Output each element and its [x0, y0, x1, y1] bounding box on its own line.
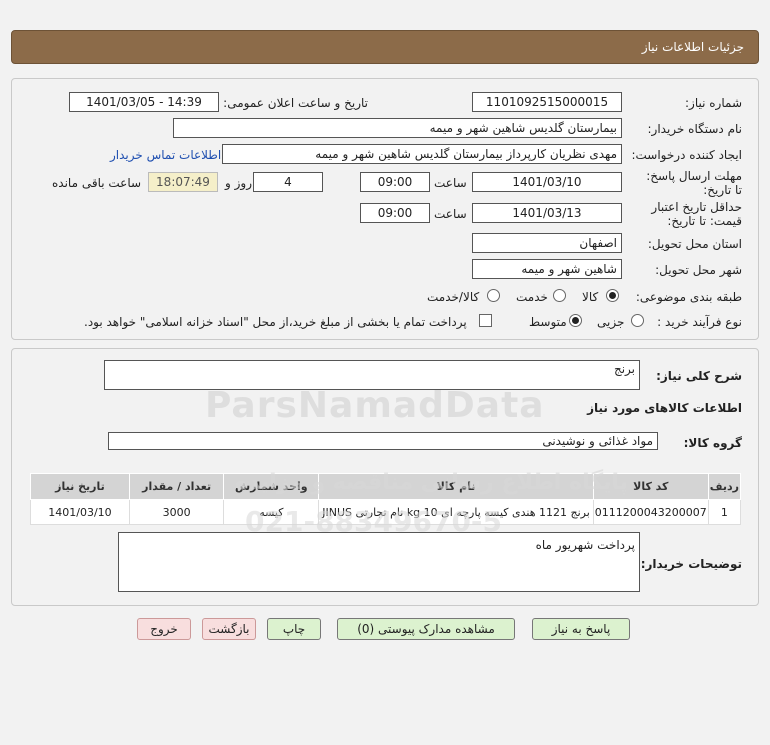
province-label: استان محل تحویل: [647, 237, 742, 251]
city-label: شهر محل تحویل: [655, 263, 742, 277]
validity-time-label: ساعت [434, 207, 467, 221]
cell-need-date: 1401/03/10 [30, 499, 130, 525]
need-number-label: شماره نیاز: [685, 96, 742, 110]
watermark-phone: 021-88349670-5 [245, 505, 503, 538]
process-medium-label: متوسط [529, 315, 567, 329]
buyer-notes-label: توضیحات خریدار: [640, 557, 742, 571]
creator-field: مهدی نظریان کارپرداز بیمارستان گلدیس شاه… [222, 144, 622, 164]
cell-code: 0111200043200007 [592, 499, 709, 525]
category-goods-service-label: کالا/خدمت [427, 290, 480, 304]
remaining-time-field: 18:07:49 [148, 172, 218, 192]
deadline-time-label: ساعت [434, 176, 467, 190]
buyer-label: نام دستگاه خریدار: [647, 122, 743, 136]
reply-button[interactable]: پاسخ به نیاز [532, 618, 630, 640]
process-label: نوع فرآیند خرید : [657, 315, 742, 329]
days-label: روز و [225, 176, 252, 190]
deadline-time-field: 09:00 [360, 172, 430, 192]
category-label: طبقه بندی موضوعی: [635, 290, 742, 304]
process-medium-radio[interactable] [569, 314, 582, 327]
category-goods-label: کالا [582, 290, 599, 304]
need-number-field: 1101092515000015 [472, 92, 622, 112]
watermark-tagline: پایگاه اطلاع رسانی مناقصه و مزایده [235, 470, 628, 495]
goods-group-field: مواد غذائی و نوشیدنی [108, 432, 658, 450]
validity-date-field: 1401/03/13 [472, 203, 622, 223]
announce-label: تاریخ و ساعت اعلان عمومی: [223, 96, 368, 110]
cell-quantity: 3000 [128, 499, 225, 525]
treasury-payment-checkbox[interactable] [479, 314, 492, 327]
goods-group-label: گروه کالا: [683, 436, 742, 450]
goods-info-heading: اطلاعات کالاهای مورد نیاز [587, 401, 742, 415]
back-button[interactable]: بازگشت [202, 618, 256, 640]
cell-row: 1 [707, 499, 742, 525]
validity-label: حداقل تاریخ اعتبار قیمت: تا تاریخ: [651, 200, 742, 228]
category-goods-radio[interactable] [606, 289, 619, 302]
city-field: شاهین شهر و میمه [472, 259, 622, 279]
remaining-label: ساعت باقی مانده [52, 176, 142, 190]
deadline-label: مهلت ارسال پاسخ: تا تاریخ: [646, 169, 742, 197]
treasury-payment-note: پرداخت تمام یا بخشی از مبلغ خرید،از محل … [84, 315, 467, 329]
buyer-contact-link[interactable]: اطلاعات تماس خریدار [110, 148, 221, 162]
watermark-brand: ParsNamadData [205, 385, 545, 426]
page-header: جزئیات اطلاعات نیاز [11, 30, 759, 64]
announce-datetime-field: 1401/03/05 - 14:39 [69, 92, 219, 112]
summary-label: شرح کلی نیاز: [656, 369, 742, 383]
exit-button[interactable]: خروج [137, 618, 191, 640]
process-minor-label: جزیی [597, 315, 625, 329]
col-need-date: تاریخ نیاز [30, 473, 130, 500]
buyer-notes-field: پرداخت شهریور ماه [118, 532, 640, 592]
page-title: جزئیات اطلاعات نیاز [641, 40, 744, 54]
print-button[interactable]: چاپ [267, 618, 321, 640]
days-field: 4 [253, 172, 323, 192]
process-minor-radio[interactable] [631, 314, 644, 327]
col-row: ردیف [707, 473, 742, 500]
province-field: اصفهان [472, 233, 622, 253]
creator-label: ایجاد کننده درخواست: [631, 148, 742, 162]
validity-time-field: 09:00 [360, 203, 430, 223]
buyer-field: بیمارستان گلدیس شاهین شهر و میمه [173, 118, 622, 138]
col-quantity: تعداد / مقدار [128, 473, 225, 500]
category-service-radio[interactable] [553, 289, 566, 302]
attachments-button[interactable]: مشاهده مدارک پیوستی (0) [337, 618, 515, 640]
deadline-date-field: 1401/03/10 [472, 172, 622, 192]
category-goods-service-radio[interactable] [487, 289, 500, 302]
category-service-label: خدمت [516, 290, 548, 304]
